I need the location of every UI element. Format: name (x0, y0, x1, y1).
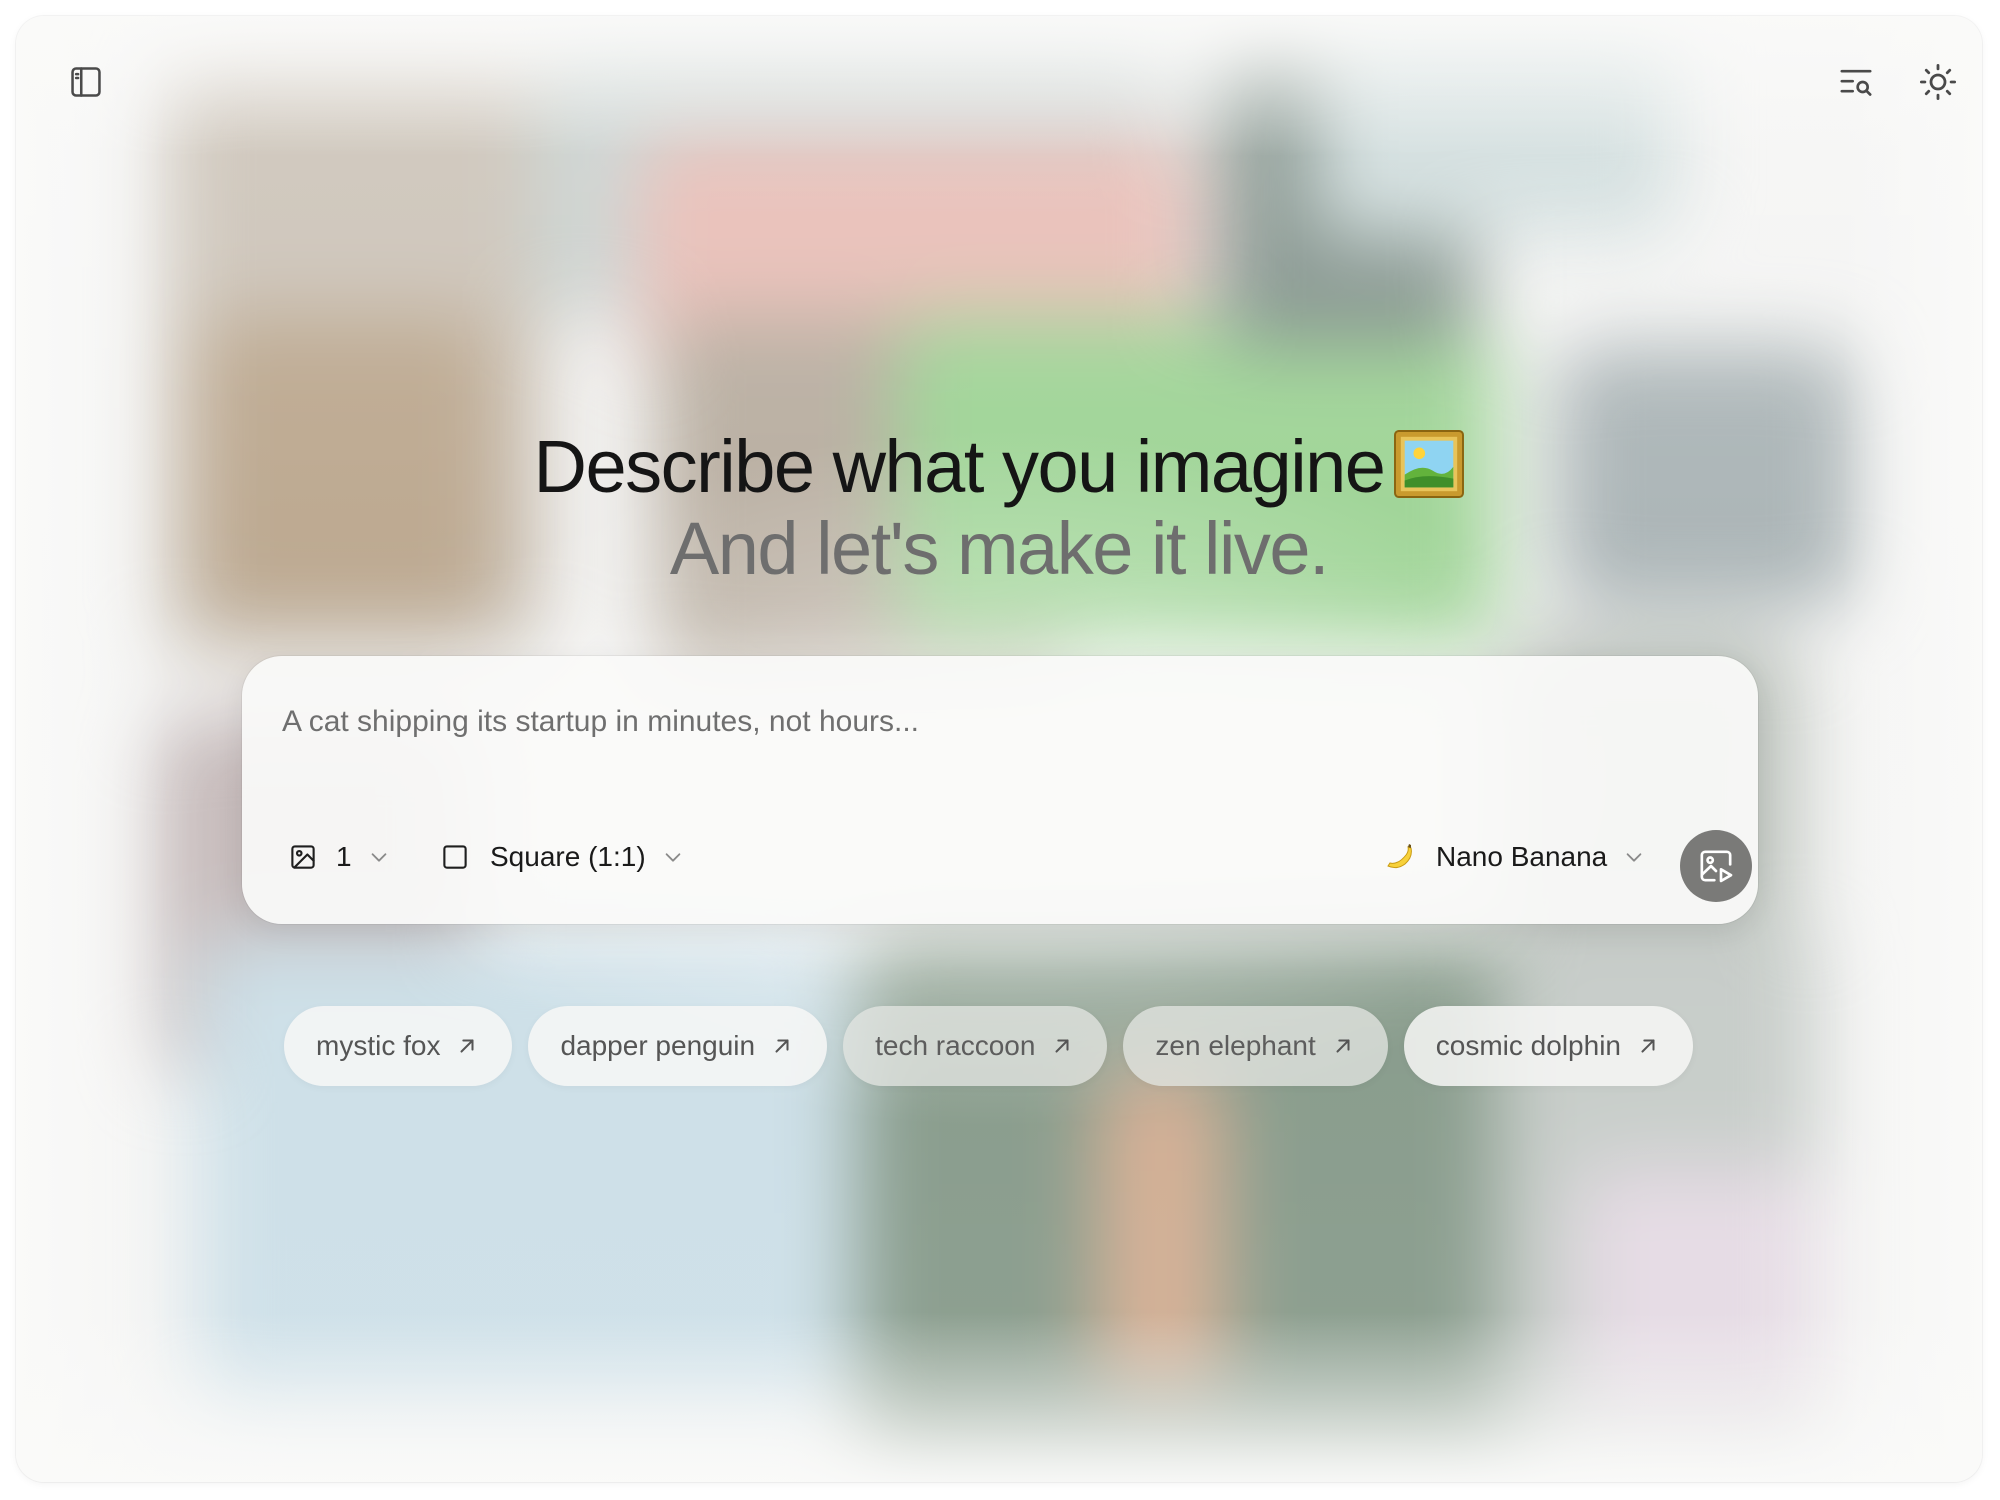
aspect-ratio-value: Square (1:1) (490, 841, 646, 872)
banana-emoji (1387, 844, 1412, 869)
page-title: Describe what you imagine (533, 425, 1386, 508)
arrow-up-right-icon (1336, 1039, 1350, 1053)
hero-title-line: Describe what you imagine (16, 426, 1982, 508)
suggestion-chips: mystic fox dapper penguin tech raccoon z… (284, 1006, 1693, 1086)
suggestion-chip[interactable]: cosmic dolphin (1403, 1006, 1693, 1086)
sidebar-panel-icon (71, 67, 101, 97)
suggestion-chip[interactable]: dapper penguin (528, 1006, 828, 1086)
arrow-up-right-icon (1641, 1039, 1655, 1053)
hero: Describe what you imagine And let's make… (16, 426, 1982, 590)
image-count-select[interactable]: 1 (288, 832, 390, 882)
model-select[interactable]: Nano Banana (1384, 832, 1645, 882)
square-icon (443, 845, 467, 869)
aspect-ratio-select[interactable]: Square (1:1) (440, 832, 684, 882)
model-value: Nano Banana (1436, 841, 1608, 872)
chevron-down-icon (371, 853, 386, 862)
suggestion-chip[interactable]: zen elephant (1123, 1006, 1388, 1086)
image-count-value: 1 (336, 841, 352, 872)
theme-toggle-button[interactable] (1910, 54, 1966, 110)
page-subtitle: And let's make it live. (669, 507, 1330, 590)
search-history-button[interactable] (1828, 54, 1884, 110)
arrow-up-right-icon (460, 1039, 474, 1053)
chevron-down-icon (1626, 853, 1642, 862)
suggestion-chip[interactable]: mystic fox (284, 1006, 513, 1086)
arrow-up-right-icon (775, 1039, 789, 1053)
image-play-icon (1700, 850, 1733, 883)
sidebar-toggle-button[interactable] (58, 54, 114, 110)
prompt-card: 1 Square (1:1) Nano Banana (242, 656, 1758, 924)
suggestion-chip[interactable]: tech raccoon (843, 1006, 1108, 1086)
app-window: Describe what you imagine And let's make… (16, 16, 1982, 1482)
list-search-icon (1840, 69, 1872, 96)
arrow-up-right-icon (1055, 1039, 1069, 1053)
generate-button[interactable] (1680, 830, 1752, 902)
chevron-down-icon (665, 853, 680, 862)
prompt-input[interactable] (280, 686, 1704, 758)
framed-picture-emoji (1394, 430, 1465, 498)
sun-icon (1919, 63, 1957, 101)
image-icon (291, 845, 315, 869)
